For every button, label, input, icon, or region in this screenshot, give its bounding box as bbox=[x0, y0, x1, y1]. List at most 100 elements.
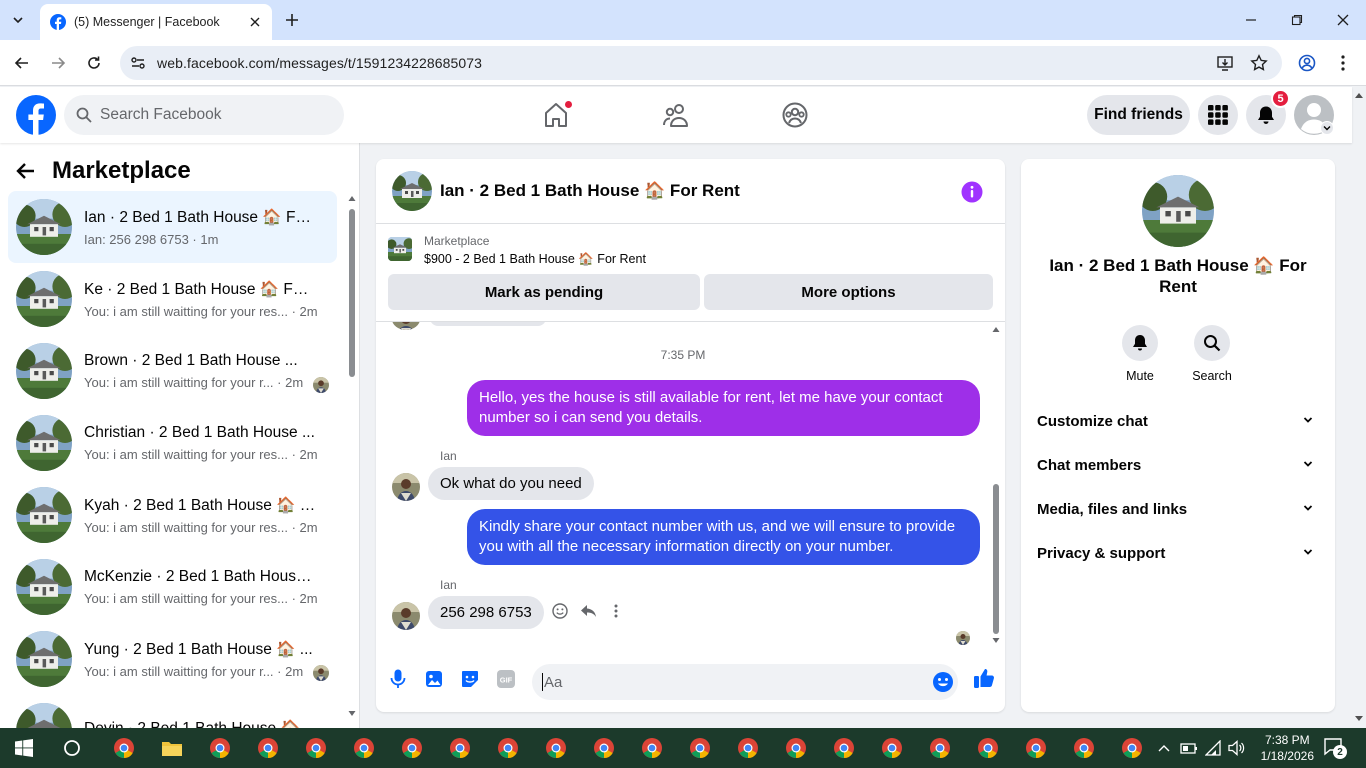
chat-title[interactable]: Ian · 2 Bed 1 Bath House 🏠 For Rent bbox=[440, 181, 740, 201]
notification-center-button[interactable]: 2 bbox=[1323, 736, 1347, 760]
search-in-conversation-button[interactable]: Search bbox=[1182, 325, 1242, 383]
chrome-taskbar-icon[interactable] bbox=[974, 734, 1002, 762]
forward-button[interactable] bbox=[46, 51, 70, 75]
back-arrow-icon[interactable] bbox=[16, 161, 36, 181]
sender-avatar[interactable] bbox=[392, 602, 420, 630]
site-settings-icon[interactable] bbox=[130, 55, 146, 71]
media-files-links-section[interactable]: Media, files and links bbox=[1029, 489, 1327, 529]
minimize-button[interactable] bbox=[1239, 8, 1263, 32]
file-explorer-taskbar-icon[interactable] bbox=[158, 734, 186, 762]
chrome-taskbar-icon[interactable] bbox=[446, 734, 474, 762]
attach-photo-button[interactable] bbox=[423, 668, 445, 690]
chat-members-section[interactable]: Chat members bbox=[1029, 445, 1327, 485]
outgoing-message[interactable]: Hello, yes the house is still available … bbox=[467, 380, 980, 436]
account-avatar[interactable] bbox=[1294, 95, 1334, 135]
chat-avatar[interactable] bbox=[392, 171, 432, 211]
gif-button[interactable]: GIF bbox=[495, 668, 517, 690]
conversation-avatar[interactable] bbox=[1142, 175, 1214, 247]
outgoing-message[interactable]: Kindly share your contact number with us… bbox=[467, 509, 980, 565]
browser-menu-button[interactable] bbox=[1331, 51, 1355, 75]
facebook-logo-icon[interactable] bbox=[16, 95, 56, 135]
conversation-item[interactable]: McKenzie · 2 Bed 1 Bath House ... You: i … bbox=[8, 551, 337, 623]
sender-avatar[interactable] bbox=[392, 473, 420, 501]
reload-button[interactable] bbox=[82, 51, 106, 75]
text-cursor bbox=[542, 673, 543, 691]
close-window-button[interactable] bbox=[1331, 8, 1355, 32]
conversation-list-scrollbar[interactable] bbox=[347, 191, 357, 721]
voice-clip-button[interactable] bbox=[387, 668, 409, 690]
browser-tab[interactable]: (5) Messenger | Facebook bbox=[40, 4, 272, 40]
home-nav-button[interactable] bbox=[540, 99, 573, 131]
back-button[interactable] bbox=[10, 51, 34, 75]
mark-as-pending-button[interactable]: Mark as pending bbox=[388, 274, 700, 310]
volume-icon[interactable] bbox=[1228, 740, 1246, 756]
chrome-taskbar-icon[interactable] bbox=[782, 734, 810, 762]
mute-button[interactable]: Mute bbox=[1110, 325, 1170, 383]
conversation-item[interactable]: Ian · 2 Bed 1 Bath House 🏠 For ... Ian: 2… bbox=[8, 191, 337, 263]
chrome-taskbar-icon[interactable] bbox=[686, 734, 714, 762]
conversation-item[interactable]: Kyah · 2 Bed 1 Bath House 🏠 Fo... You: i … bbox=[8, 479, 337, 551]
chrome-taskbar-icon[interactable] bbox=[110, 734, 138, 762]
privacy-support-section[interactable]: Privacy & support bbox=[1029, 533, 1327, 573]
message-thread-scrollbar[interactable] bbox=[990, 322, 1002, 654]
new-tab-button[interactable] bbox=[282, 10, 302, 30]
address-bar[interactable]: web.facebook.com/messages/t/159123422868… bbox=[120, 46, 1282, 80]
conversation-item[interactable]: Ke · 2 Bed 1 Bath House 🏠 For ... You: i … bbox=[8, 263, 337, 335]
conversation-item[interactable]: Christian · 2 Bed 1 Bath House ... You: i… bbox=[8, 407, 337, 479]
reply-icon[interactable] bbox=[580, 603, 597, 619]
info-icon[interactable] bbox=[961, 181, 983, 203]
chrome-taskbar-icon[interactable] bbox=[878, 734, 906, 762]
chrome-taskbar-icon[interactable] bbox=[254, 734, 282, 762]
menu-button[interactable] bbox=[1198, 95, 1238, 135]
conversation-name: McKenzie · 2 Bed 1 Bath House ... bbox=[84, 568, 316, 585]
close-tab-icon[interactable] bbox=[246, 13, 264, 31]
page-scrollbar[interactable] bbox=[1352, 87, 1366, 728]
show-hidden-icons-icon[interactable] bbox=[1158, 743, 1170, 753]
listing-title[interactable]: $900 - 2 Bed 1 Bath House 🏠 For Rent bbox=[424, 252, 646, 267]
chrome-taskbar-icon[interactable] bbox=[1070, 734, 1098, 762]
listing-thumbnail[interactable] bbox=[388, 237, 412, 261]
chrome-taskbar-icon[interactable] bbox=[398, 734, 426, 762]
chrome-taskbar-icon[interactable] bbox=[494, 734, 522, 762]
chrome-taskbar-icon[interactable] bbox=[638, 734, 666, 762]
react-emoji-icon[interactable] bbox=[552, 603, 568, 619]
chrome-taskbar-icon[interactable] bbox=[1118, 734, 1146, 762]
chrome-taskbar-icon[interactable] bbox=[926, 734, 954, 762]
search-facebook-input[interactable]: Search Facebook bbox=[64, 95, 344, 135]
emoji-icon[interactable] bbox=[932, 671, 954, 693]
chat-window: Ian · 2 Bed 1 Bath House 🏠 For Rent Mark… bbox=[376, 159, 1005, 712]
start-button[interactable] bbox=[10, 734, 38, 762]
system-clock[interactable]: 7:38 PM 1/18/2026 bbox=[1261, 732, 1314, 764]
chrome-taskbar-icon[interactable] bbox=[542, 734, 570, 762]
chrome-taskbar-icon[interactable] bbox=[1022, 734, 1050, 762]
chrome-taskbar-icon[interactable] bbox=[206, 734, 234, 762]
chrome-taskbar-icon[interactable] bbox=[830, 734, 858, 762]
incoming-message[interactable]: 256 298 6753 bbox=[428, 596, 544, 629]
battery-icon[interactable] bbox=[1180, 741, 1198, 755]
incoming-message[interactable]: Ok what do you need bbox=[428, 467, 594, 500]
conversation-item[interactable]: Devin · 2 Bed 1 Bath House 🏠 F... bbox=[8, 695, 337, 728]
sticker-button[interactable] bbox=[459, 668, 481, 690]
more-actions-icon[interactable] bbox=[614, 604, 618, 618]
message-input[interactable]: Aa bbox=[532, 664, 958, 700]
chrome-taskbar-icon[interactable] bbox=[350, 734, 378, 762]
more-options-button[interactable]: More options bbox=[704, 274, 993, 310]
chrome-taskbar-icon[interactable] bbox=[734, 734, 762, 762]
customize-chat-section[interactable]: Customize chat bbox=[1029, 401, 1327, 441]
chrome-taskbar-icon[interactable] bbox=[590, 734, 618, 762]
restore-button[interactable] bbox=[1285, 8, 1309, 32]
bookmark-star-icon[interactable] bbox=[1250, 54, 1268, 72]
chrome-taskbar-icon[interactable] bbox=[296, 728, 336, 768]
chat-header[interactable]: Ian · 2 Bed 1 Bath House 🏠 For Rent bbox=[376, 159, 1005, 224]
find-friends-button[interactable]: Find friends bbox=[1087, 95, 1190, 135]
install-app-icon[interactable] bbox=[1216, 54, 1234, 72]
search-taskbar-button[interactable] bbox=[58, 734, 86, 762]
friends-nav-button[interactable] bbox=[660, 99, 692, 131]
profile-button[interactable] bbox=[1295, 51, 1319, 75]
conversation-item[interactable]: Yung · 2 Bed 1 Bath House 🏠 ... You: i am… bbox=[8, 623, 337, 695]
conversation-item[interactable]: Brown · 2 Bed 1 Bath House ... You: i am … bbox=[8, 335, 337, 407]
groups-nav-button[interactable] bbox=[779, 99, 811, 131]
like-button[interactable] bbox=[972, 666, 996, 690]
tab-search-button[interactable] bbox=[4, 6, 32, 34]
wifi-icon[interactable] bbox=[1205, 740, 1223, 756]
